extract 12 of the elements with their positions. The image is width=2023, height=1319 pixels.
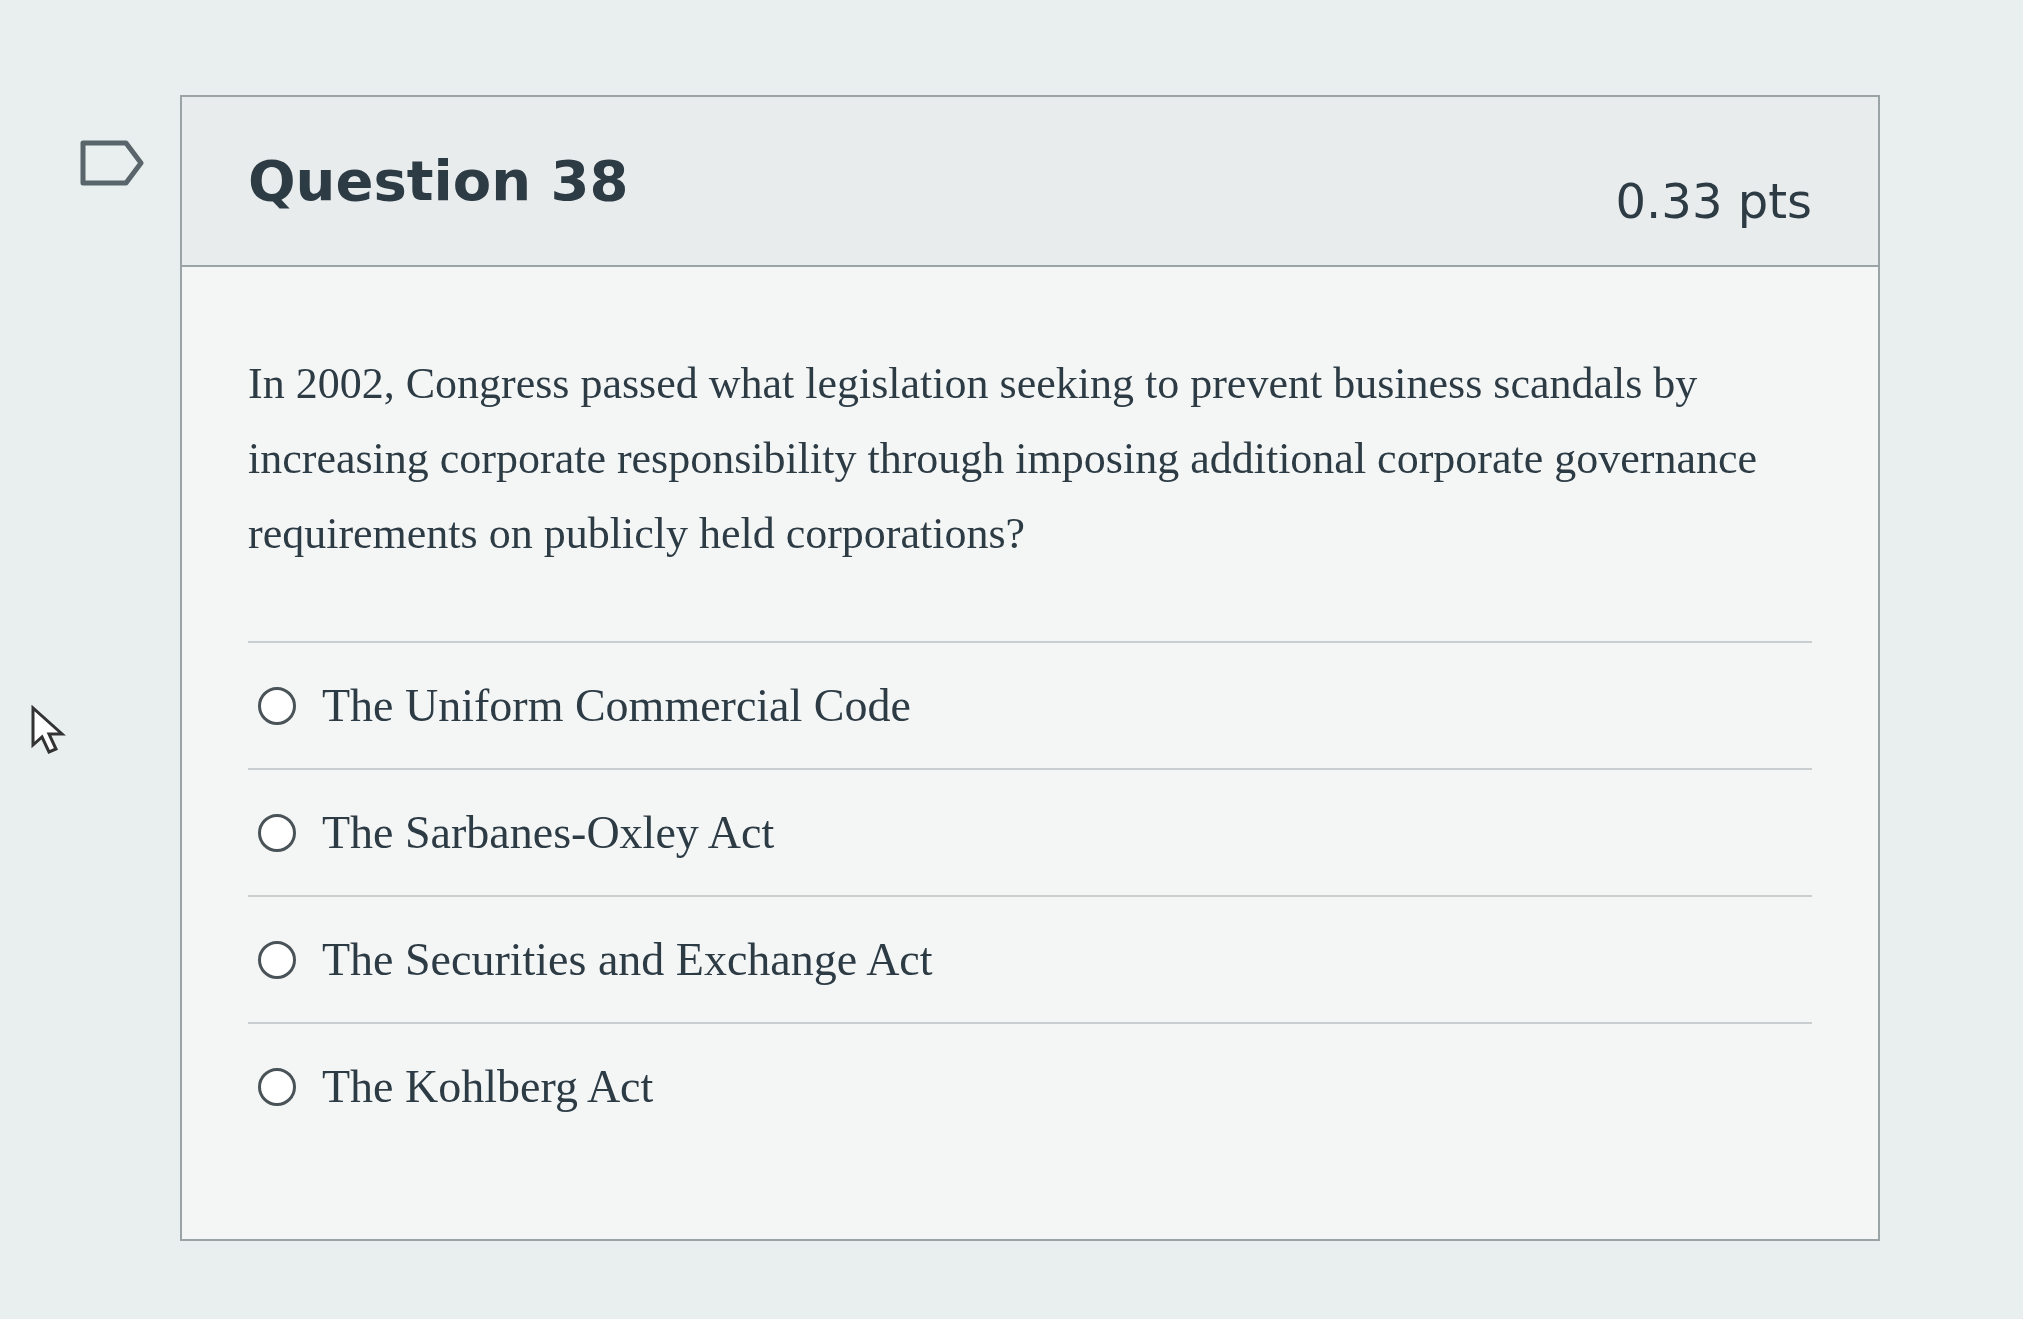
radio-button[interactable] — [258, 940, 296, 979]
radio-button[interactable] — [258, 686, 296, 725]
bookmark-icon[interactable] — [80, 140, 144, 186]
radio-button[interactable] — [258, 813, 296, 852]
question-text: In 2002, Congress passed what legislation seeking to prevent business scandals by increasing corporate responsibility through imposing additional corporate governance requirements on publicly held corporations? — [248, 358, 1758, 560]
question-points: 0.33 pts — [1615, 172, 1812, 231]
answer-label[interactable]: The Uniform Commercial Code — [322, 671, 911, 741]
answer-label[interactable]: The Sarbanes-Oxley Act — [322, 798, 775, 868]
answer-label[interactable]: The Securities and Exchange Act — [322, 925, 933, 995]
radio-button[interactable] — [258, 1067, 296, 1106]
question-title: Question 38 — [248, 147, 629, 215]
answer-label[interactable]: The Kohlberg Act — [322, 1052, 654, 1122]
